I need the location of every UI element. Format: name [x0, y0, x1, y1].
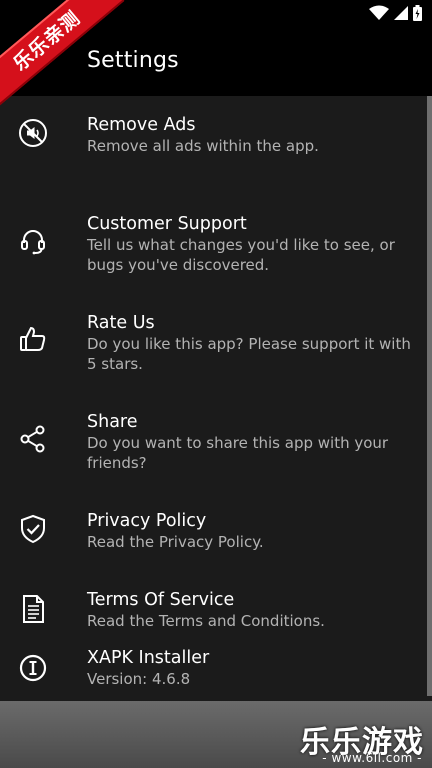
page-title: Settings: [87, 48, 179, 73]
setting-title: XAPK Installer: [87, 648, 210, 668]
thumbs-up-icon: [20, 326, 46, 351]
setting-title: Share: [87, 412, 138, 432]
info-icon: [19, 654, 47, 682]
scrollbar[interactable]: [427, 96, 432, 696]
setting-privacy-policy[interactable]: Privacy Policy Read the Privacy Policy.: [0, 492, 432, 591]
settings-list: Remove Ads Remove all ads within the app…: [0, 96, 432, 690]
remove-ads-icon: [19, 119, 47, 147]
signal-icon: [394, 6, 408, 20]
setting-title: Rate Us: [87, 313, 155, 333]
shield-check-icon: [21, 514, 45, 544]
setting-remove-ads[interactable]: Remove Ads Remove all ads within the app…: [0, 96, 432, 195]
setting-title: Remove Ads: [87, 115, 196, 135]
setting-subtitle: Read the Privacy Policy.: [87, 533, 264, 551]
headset-icon: [21, 230, 45, 255]
watermark-url: - www.6ll.com -: [322, 751, 422, 765]
setting-subtitle: Remove all ads within the app.: [87, 137, 319, 155]
setting-subtitle: Do you want to share this app with your …: [87, 434, 389, 472]
setting-customer-support[interactable]: Customer Support Tell us what changes yo…: [0, 195, 432, 294]
setting-rate-us[interactable]: Rate Us Do you like this app? Please sup…: [0, 294, 432, 393]
share-icon: [20, 425, 45, 453]
setting-subtitle: Tell us what changes you'd like to see, …: [87, 236, 395, 274]
setting-title: Customer Support: [87, 214, 247, 234]
setting-subtitle: Version: 4.6.8: [87, 670, 191, 688]
status-icons: [369, 5, 422, 21]
wifi-icon: [369, 5, 389, 20]
battery-icon: [413, 5, 422, 21]
setting-subtitle: Read the Terms and Conditions.: [87, 612, 325, 630]
document-icon: [23, 595, 44, 623]
setting-subtitle: Do you like this app? Please support it …: [87, 335, 411, 373]
setting-title: Privacy Policy: [87, 511, 207, 531]
setting-share[interactable]: Share Do you want to share this app with…: [0, 393, 432, 492]
setting-title: Terms Of Service: [87, 590, 235, 610]
